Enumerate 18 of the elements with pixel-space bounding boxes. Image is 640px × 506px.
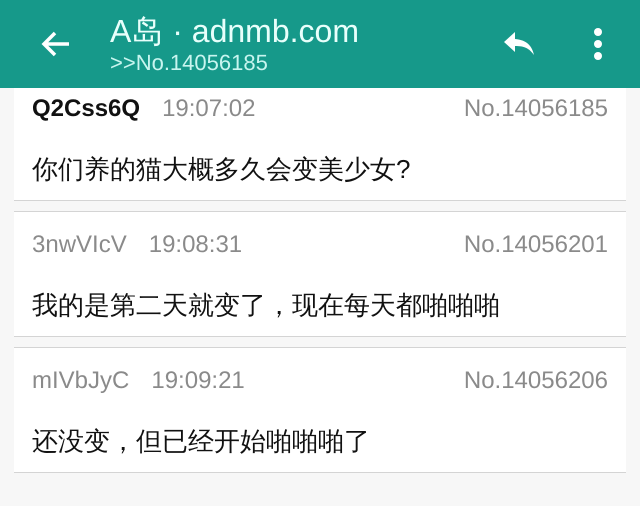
user-id: 3nwVIcV [32,230,127,260]
user-id: Q2Css6Q [32,94,140,124]
app-title: A岛 · adnmb.com [110,12,360,50]
post-card[interactable]: 3nwVIcV 19:08:31 No.14056201 我的是第二天就变了，现在每天都啪啪啪 [14,211,626,337]
post-content: 你们养的猫大概多久会变美少女? [32,153,412,186]
post-time: 19:09:21 [151,366,245,396]
post-number: No.14056206 [464,366,608,396]
post-time: 19:07:02 [162,94,256,124]
post-time: 19:08:31 [148,230,242,260]
post-content: 我的是第二天就变了，现在每天都啪啪啪 [32,289,501,322]
more-menu-icon[interactable] [592,27,604,61]
post-content: 还没变，但已经开始啪啪啪了 [32,425,371,458]
post-number: No.14056185 [464,94,608,124]
user-id: mIVbJyC [32,366,130,396]
post-number: No.14056201 [464,230,608,260]
thread-number: >>No.14056185 [110,50,269,76]
post-card[interactable]: mIVbJyC 19:09:21 No.14056206 还没变，但已经开始啪啪啪了 [14,347,626,473]
post-card[interactable]: Q2Css6Q 19:07:02 No.14056185 你们养的猫大概多久会变美少女? [14,88,626,201]
